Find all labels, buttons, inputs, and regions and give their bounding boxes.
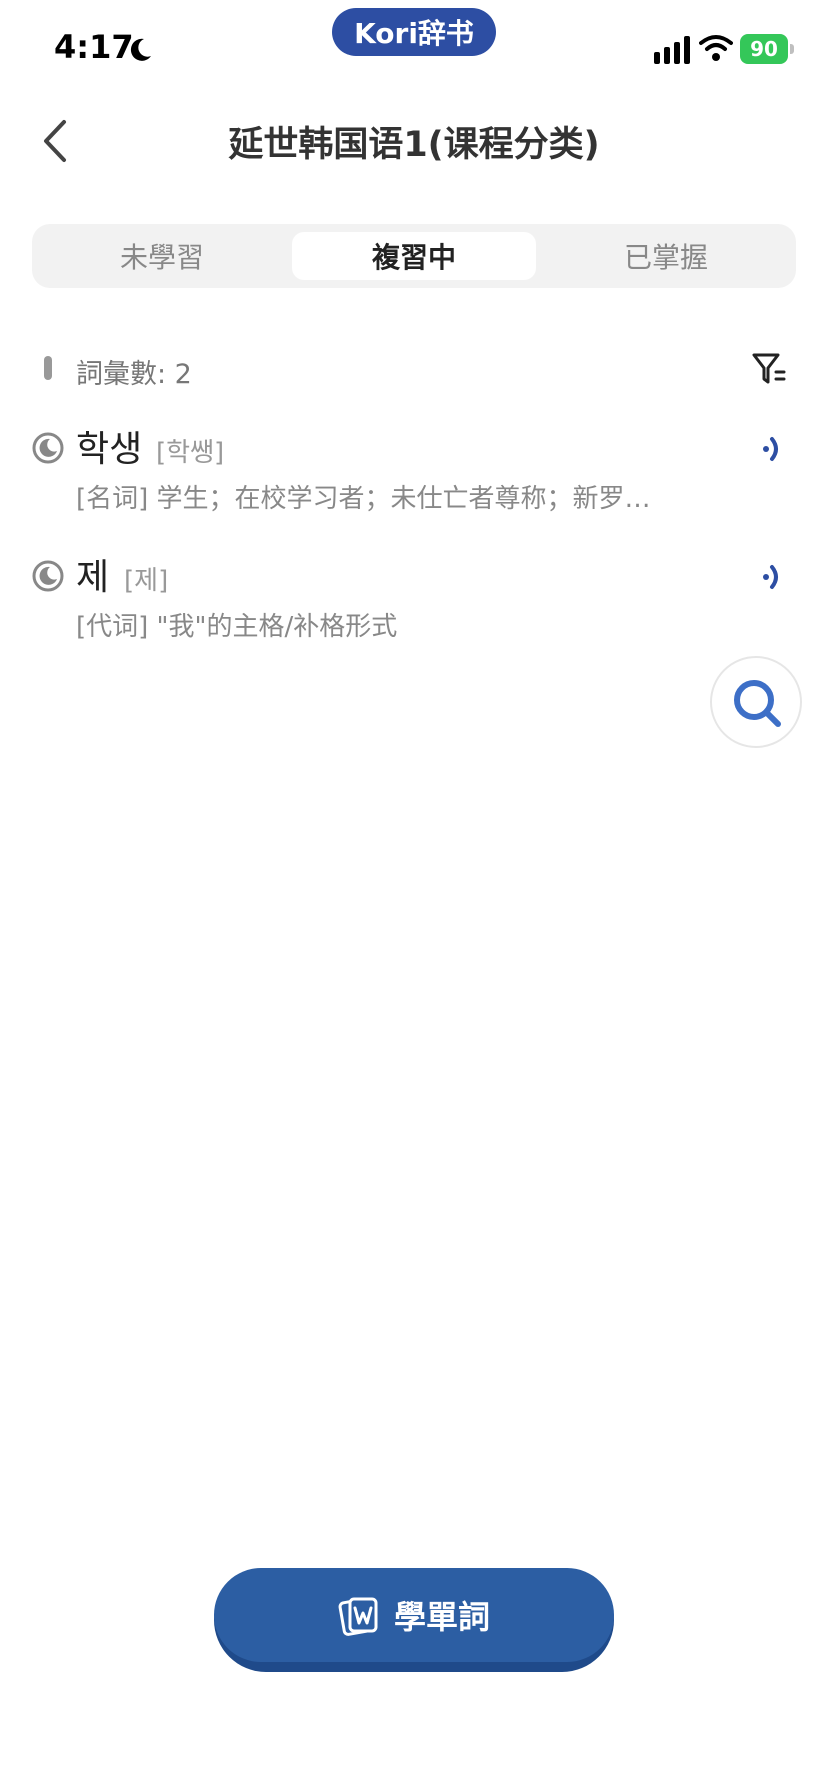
status-bar: 4:17 Kori辞书 90: [0, 0, 828, 100]
moon-icon: [130, 38, 151, 61]
search-button[interactable]: [710, 656, 802, 748]
status-tabs: 未學習 複習中 已掌握: [32, 224, 796, 288]
learn-words-label: 學單詞: [393, 1598, 490, 1636]
word-headword: 제: [76, 557, 110, 598]
list-item[interactable]: 학생 [학쌩] [名词] 学生；在校学习者；未仕亡者尊称；新罗…: [0, 420, 828, 530]
battery-icon: 90: [740, 34, 794, 64]
back-arrow-icon[interactable]: [40, 118, 70, 164]
status-time: 4:17: [54, 28, 134, 66]
list-item[interactable]: 제 [제] [代词] "我"的主格/补格形式: [0, 548, 828, 658]
tab-mastered[interactable]: 已掌握: [544, 232, 788, 280]
tab-reviewing[interactable]: 複習中: [292, 232, 536, 280]
word-pronunciation: [제]: [124, 566, 169, 596]
battery-cap: [790, 44, 794, 54]
tab-not-learned[interactable]: 未學習: [40, 232, 284, 280]
reviewing-status-icon: [32, 432, 64, 464]
word-count-label: 詞彙數: 2: [76, 359, 192, 390]
cellular-signal-icon: [654, 36, 690, 64]
word-definition: [名词] 学生；在校学习者；未仕亡者尊称；新罗…: [76, 484, 651, 514]
learn-words-button[interactable]: 學單詞: [214, 1568, 614, 1672]
reviewing-status-icon: [32, 560, 64, 592]
word-cards-icon: [338, 1597, 378, 1636]
speaker-icon[interactable]: [760, 432, 786, 466]
wifi-icon: [699, 35, 733, 61]
word-pronunciation: [학쌩]: [156, 438, 225, 468]
filter-icon[interactable]: [752, 352, 786, 386]
word-headword: 학생: [76, 429, 143, 470]
word-definition: [代词] "我"的主格/补格形式: [76, 612, 398, 642]
page-title: 延世韩国语1(课程分类): [228, 125, 600, 165]
search-icon: [734, 680, 781, 727]
battery-level: 90: [740, 34, 788, 64]
learn-words-button-face: 學單詞: [214, 1568, 614, 1662]
app-badge: Kori辞书: [332, 8, 496, 56]
speaker-icon[interactable]: [760, 560, 786, 594]
count-marker: [44, 356, 52, 380]
